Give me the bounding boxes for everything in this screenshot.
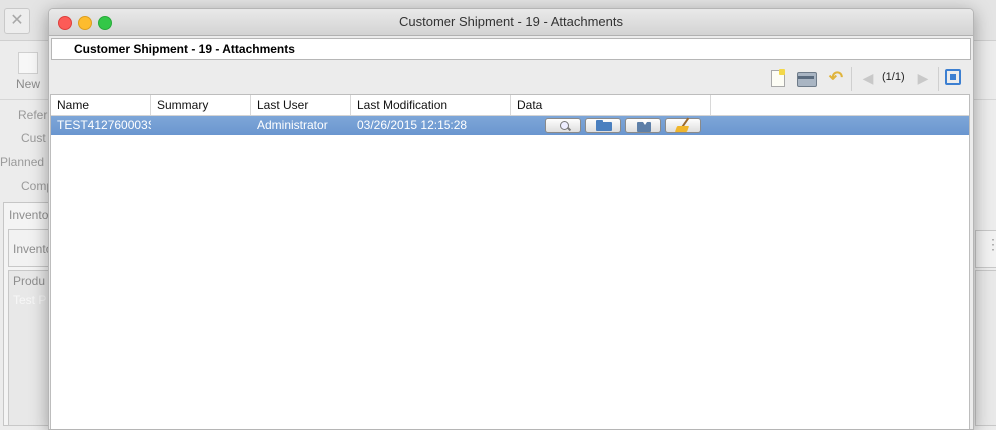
window-title: Customer Shipment - 19 - Attachments: [399, 14, 623, 29]
attachments-toolbar: ↶ ◀ (1/1) ▶: [49, 61, 973, 93]
background-right-list: [975, 270, 996, 426]
column-header-name[interactable]: Name: [51, 95, 151, 115]
new-document-icon[interactable]: [18, 52, 38, 74]
next-record-icon[interactable]: ▶: [914, 69, 932, 87]
products-list-header: Produ: [13, 274, 46, 288]
form-header-title: Customer Shipment - 19 - Attachments: [74, 42, 295, 56]
form-header: Customer Shipment - 19 - Attachments: [51, 38, 971, 60]
download-button[interactable]: [625, 118, 661, 133]
tab-inventory[interactable]: Invento: [9, 208, 48, 222]
toolbar-divider: [938, 67, 939, 91]
column-header-summary[interactable]: Summary: [151, 95, 251, 115]
reference-label: Refer: [18, 108, 48, 122]
cell-name: TEST412760003S: [57, 118, 151, 132]
cell-summary: [151, 116, 251, 135]
cell-last-modification: 03/26/2015 12:15:28: [357, 118, 468, 132]
customer-label: Cust: [21, 131, 46, 145]
new-document-icon[interactable]: [769, 69, 787, 87]
record-counter: (1/1): [882, 71, 905, 83]
new-button-label[interactable]: New: [16, 77, 40, 91]
table-row[interactable]: TEST412760003S Administrator 03/26/2015 …: [51, 116, 969, 135]
grip-icon[interactable]: ⋮: [986, 237, 996, 251]
inventory-field-label: Invento: [13, 242, 53, 256]
attachments-window: Customer Shipment - 19 - Attachments Cus…: [48, 8, 974, 430]
column-header-last-modification[interactable]: Last Modification: [351, 95, 511, 115]
clear-button[interactable]: [665, 117, 701, 133]
column-header-data[interactable]: Data: [511, 95, 711, 115]
table-header: Name Summary Last User Last Modification…: [51, 95, 969, 116]
open-folder-icon: [596, 122, 612, 131]
cell-last-user: Administrator: [257, 118, 328, 132]
planned-date-label: Planned: [0, 155, 45, 169]
wrench-icon[interactable]: ✕: [4, 8, 30, 34]
open-button[interactable]: [585, 118, 621, 133]
column-header-last-user[interactable]: Last User: [251, 95, 351, 115]
previous-record-icon[interactable]: ◀: [859, 69, 877, 87]
preview-button[interactable]: [545, 118, 581, 133]
save-icon[interactable]: [797, 69, 817, 87]
toolbar-divider: [851, 67, 852, 91]
window-titlebar[interactable]: Customer Shipment - 19 - Attachments: [49, 9, 973, 36]
clear-icon: [674, 126, 690, 132]
switch-view-icon[interactable]: [945, 69, 963, 87]
attachments-table: Name Summary Last User Last Modification…: [50, 94, 970, 429]
products-list-item[interactable]: Test P: [13, 293, 46, 307]
undo-icon[interactable]: ↶: [827, 69, 845, 87]
